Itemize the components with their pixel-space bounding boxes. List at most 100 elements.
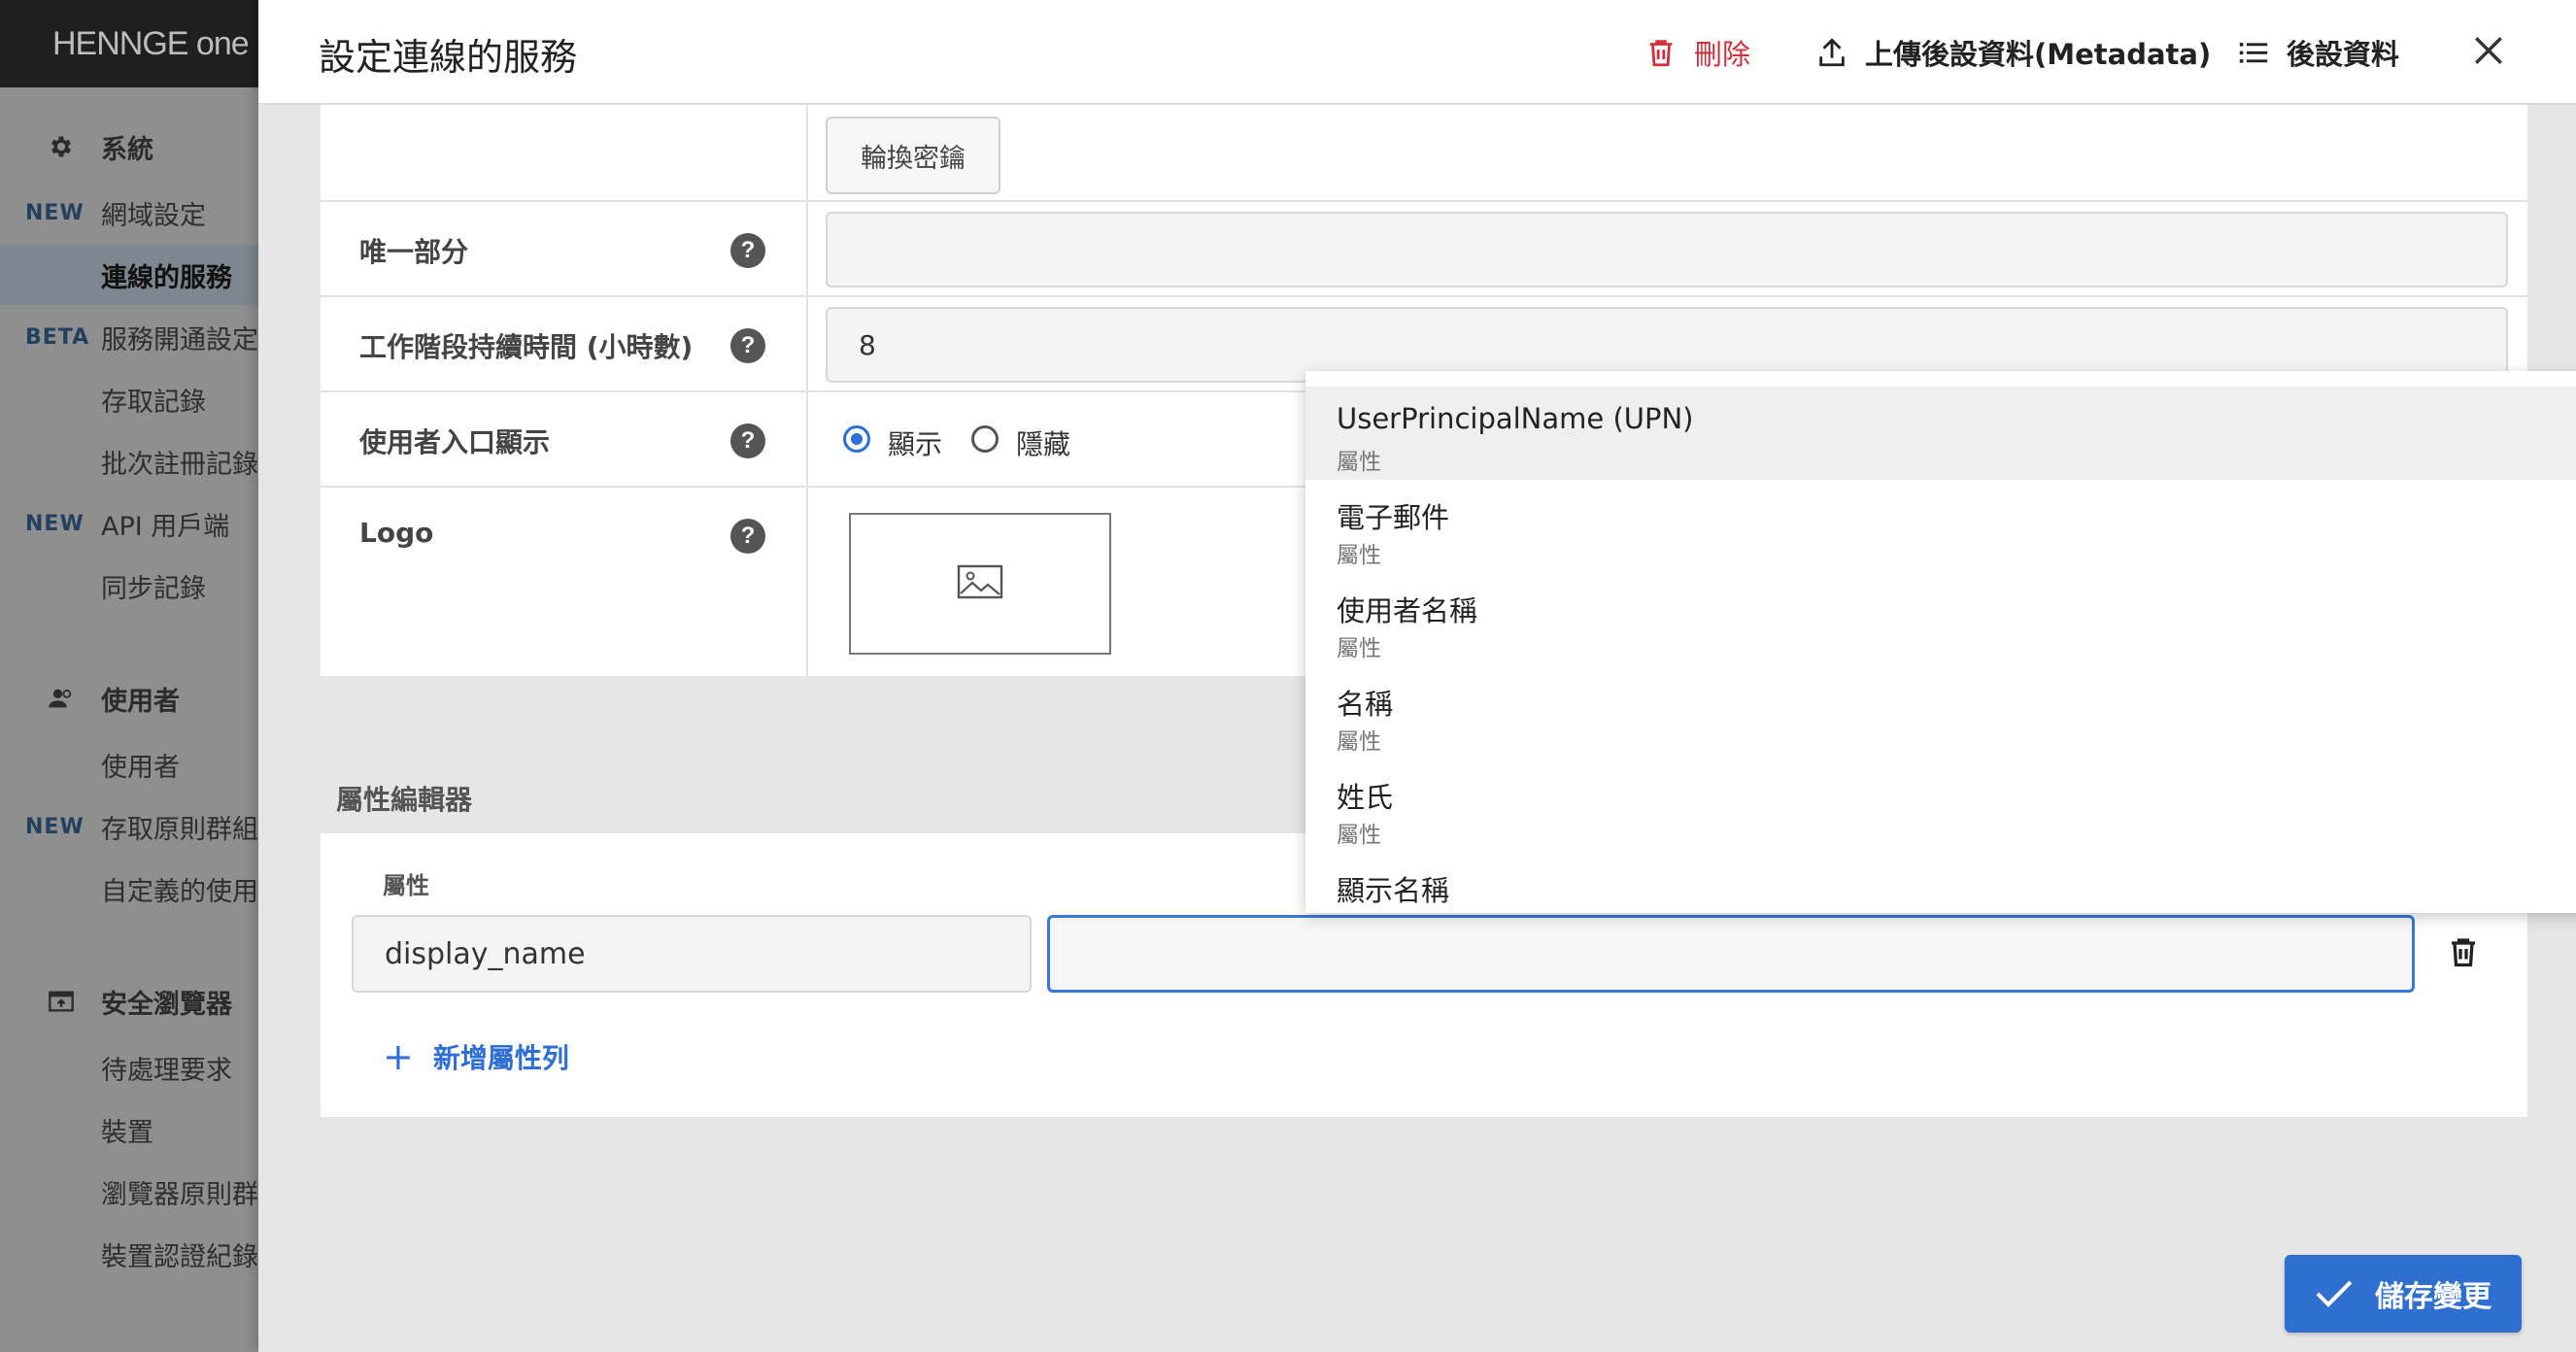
unique-part-label: 唯一部分 — [359, 236, 469, 268]
upload-metadata-button[interactable]: 上傳後設資料(Metadata) — [1813, 29, 2211, 76]
sidebar-item-label: 存取記錄 — [101, 387, 206, 418]
close-icon — [2472, 34, 2505, 71]
metadata-label: 後設資料 — [2287, 38, 2400, 71]
unique-part-field[interactable] — [826, 212, 2508, 287]
option-type: 屬性 — [1337, 636, 1381, 661]
attribute-editor-title: 屬性編輯器 — [336, 784, 473, 816]
beta-badge: BETA — [25, 324, 90, 350]
portal-show-radio[interactable] — [843, 425, 870, 453]
rotate-key-row: 輪換密鑰 — [321, 105, 2527, 202]
sidebar-section-label: 使用者 — [101, 686, 180, 717]
trash-icon — [1642, 33, 1680, 72]
sidebar: HENNGE one 系統 NEW 網域設定 連線的服務 BETA 服務開通設定… — [0, 0, 258, 1352]
new-badge: NEW — [25, 511, 85, 536]
sidebar-section-label: 安全瀏覽器 — [101, 989, 232, 1020]
sidebar-section-label: 系統 — [101, 134, 153, 165]
sidebar-item-custom-attributes[interactable]: 自定義的使用 — [0, 859, 258, 919]
user-icon — [47, 684, 76, 713]
modal-header: 設定連線的服務 刪除 上傳後設資料(Metadata) 後設資料 — [258, 0, 2576, 105]
app-logo[interactable]: HENNGE one — [52, 25, 250, 63]
sidebar-item-browser-policy-groups[interactable]: 瀏覽器原則群 — [0, 1162, 258, 1222]
sidebar-item-devices[interactable]: 裝置 — [0, 1099, 258, 1160]
new-badge: NEW — [25, 200, 85, 225]
logo-upload-box[interactable] — [849, 513, 1111, 655]
sidebar-item-sync-log[interactable]: 同步記錄 — [0, 556, 258, 616]
sidebar-item-connected-services[interactable]: 連線的服務 — [0, 245, 258, 305]
sidebar-item-pending-requests[interactable]: 待處理要求 — [0, 1037, 258, 1098]
sidebar-item-device-cert-log[interactable]: 裝置認證紀錄 — [0, 1224, 258, 1284]
sidebar-item-label: 存取原則群組 — [101, 814, 258, 845]
upload-icon — [1813, 33, 1851, 72]
sidebar-item-label: 網域設定 — [101, 200, 206, 231]
delete-attribute-row-button[interactable] — [2440, 930, 2487, 977]
logo-bar: HENNGE one — [0, 0, 258, 87]
dropdown-option-upn[interactable]: UserPrincipalName (UPN) 屬性 — [1305, 387, 2576, 480]
sidebar-item-label: 待處理要求 — [101, 1055, 232, 1086]
delete-label: 刪除 — [1694, 38, 1751, 71]
sidebar-item-label: 裝置 — [101, 1117, 153, 1148]
portal-display-label: 使用者入口顯示 — [359, 426, 551, 458]
sidebar-item-api-clients[interactable]: NEW API 用戶端 — [0, 493, 258, 554]
dropdown-option-given-name[interactable]: 名稱 屬性 — [1305, 666, 2576, 760]
sidebar-item-provisioning[interactable]: BETA 服務開通設定 — [0, 307, 258, 367]
sidebar-item-batch-log[interactable]: 批次註冊記錄 — [0, 431, 258, 491]
checkmark-icon — [2315, 1278, 2354, 1309]
help-icon[interactable]: ? — [730, 328, 765, 363]
sidebar-item-label: 連線的服務 — [101, 262, 232, 293]
label-cell: 工作階段持續時間 (小時數) ? — [321, 297, 808, 390]
dropdown-option-surname[interactable]: 姓氏 屬性 — [1305, 760, 2576, 853]
help-icon[interactable]: ? — [730, 233, 765, 268]
sidebar-item-label: 使用者 — [101, 752, 180, 783]
portal-hide-radio[interactable] — [971, 425, 999, 453]
sidebar-item-access-log[interactable]: 存取記錄 — [0, 369, 258, 429]
label-cell: 使用者入口顯示 ? — [321, 392, 808, 486]
option-type: 屬性 — [1337, 823, 1381, 848]
trash-icon — [2446, 934, 2481, 973]
sidebar-item-label: 服務開通設定 — [101, 324, 258, 355]
option-type: 屬性 — [1337, 543, 1381, 568]
help-icon[interactable]: ? — [730, 519, 765, 554]
gear-icon — [47, 132, 76, 161]
metadata-button[interactable]: 後設資料 — [2234, 29, 2399, 76]
rotate-key-button[interactable]: 輪換密鑰 — [826, 117, 1000, 194]
attribute-value-input[interactable] — [1047, 915, 2415, 993]
browser-icon — [47, 987, 76, 1016]
sidebar-item-label: 自定義的使用 — [101, 876, 258, 907]
option-label: 顯示名稱 — [1337, 874, 1450, 907]
attribute-name-field[interactable]: display_name — [352, 915, 1032, 993]
configure-service-modal: 設定連線的服務 刪除 上傳後設資料(Metadata) 後設資料 輪換密鑰 唯一… — [258, 0, 2576, 1352]
option-type: 屬性 — [1337, 909, 1381, 913]
dropdown-option-email[interactable]: 電子郵件 屬性 — [1305, 480, 2576, 573]
portal-show-label: 顯示 — [888, 428, 943, 460]
help-icon[interactable]: ? — [730, 423, 765, 458]
sidebar-item-label: 瀏覽器原則群 — [101, 1179, 258, 1210]
modal-title: 設定連線的服務 — [319, 36, 578, 79]
option-type: 屬性 — [1337, 729, 1381, 755]
sidebar-item-domain[interactable]: NEW 網域設定 — [0, 183, 258, 243]
unique-part-row: 唯一部分 ? — [321, 202, 2527, 297]
image-icon — [957, 564, 1003, 603]
save-changes-button[interactable]: 儲存變更 — [2285, 1255, 2522, 1333]
session-duration-label: 工作階段持續時間 (小時數) — [359, 331, 694, 363]
attribute-column-header: 屬性 — [383, 872, 429, 899]
option-label: 姓氏 — [1337, 781, 1394, 814]
sidebar-item-users[interactable]: 使用者 — [0, 734, 258, 794]
add-attribute-row-button[interactable]: + 新增屬性列 — [383, 1033, 569, 1080]
sidebar-item-access-policy-groups[interactable]: NEW 存取原則群組 — [0, 796, 258, 857]
upload-label: 上傳後設資料(Metadata) — [1865, 38, 2212, 71]
label-cell — [321, 105, 808, 200]
dropdown-option-username[interactable]: 使用者名稱 屬性 — [1305, 573, 2576, 666]
portal-hide-label: 隱藏 — [1016, 428, 1071, 460]
attribute-suggestions-dropdown: UserPrincipalName (UPN) 屬性 電子郵件 屬性 使用者名稱… — [1305, 371, 2576, 913]
option-label: UserPrincipalName (UPN) — [1337, 402, 1694, 435]
add-row-label: 新增屬性列 — [432, 1042, 569, 1074]
sidebar-item-label: 批次註冊記錄 — [101, 449, 258, 480]
delete-button[interactable]: 刪除 — [1642, 29, 1750, 76]
option-label: 使用者名稱 — [1337, 594, 1478, 627]
dropdown-option-display-name[interactable]: 顯示名稱 屬性 — [1305, 853, 2576, 913]
option-label: 電子郵件 — [1337, 501, 1450, 534]
logo-label: Logo — [359, 517, 434, 549]
close-button[interactable] — [2463, 27, 2514, 78]
new-badge: NEW — [25, 814, 85, 839]
option-type: 屬性 — [1337, 450, 1381, 475]
